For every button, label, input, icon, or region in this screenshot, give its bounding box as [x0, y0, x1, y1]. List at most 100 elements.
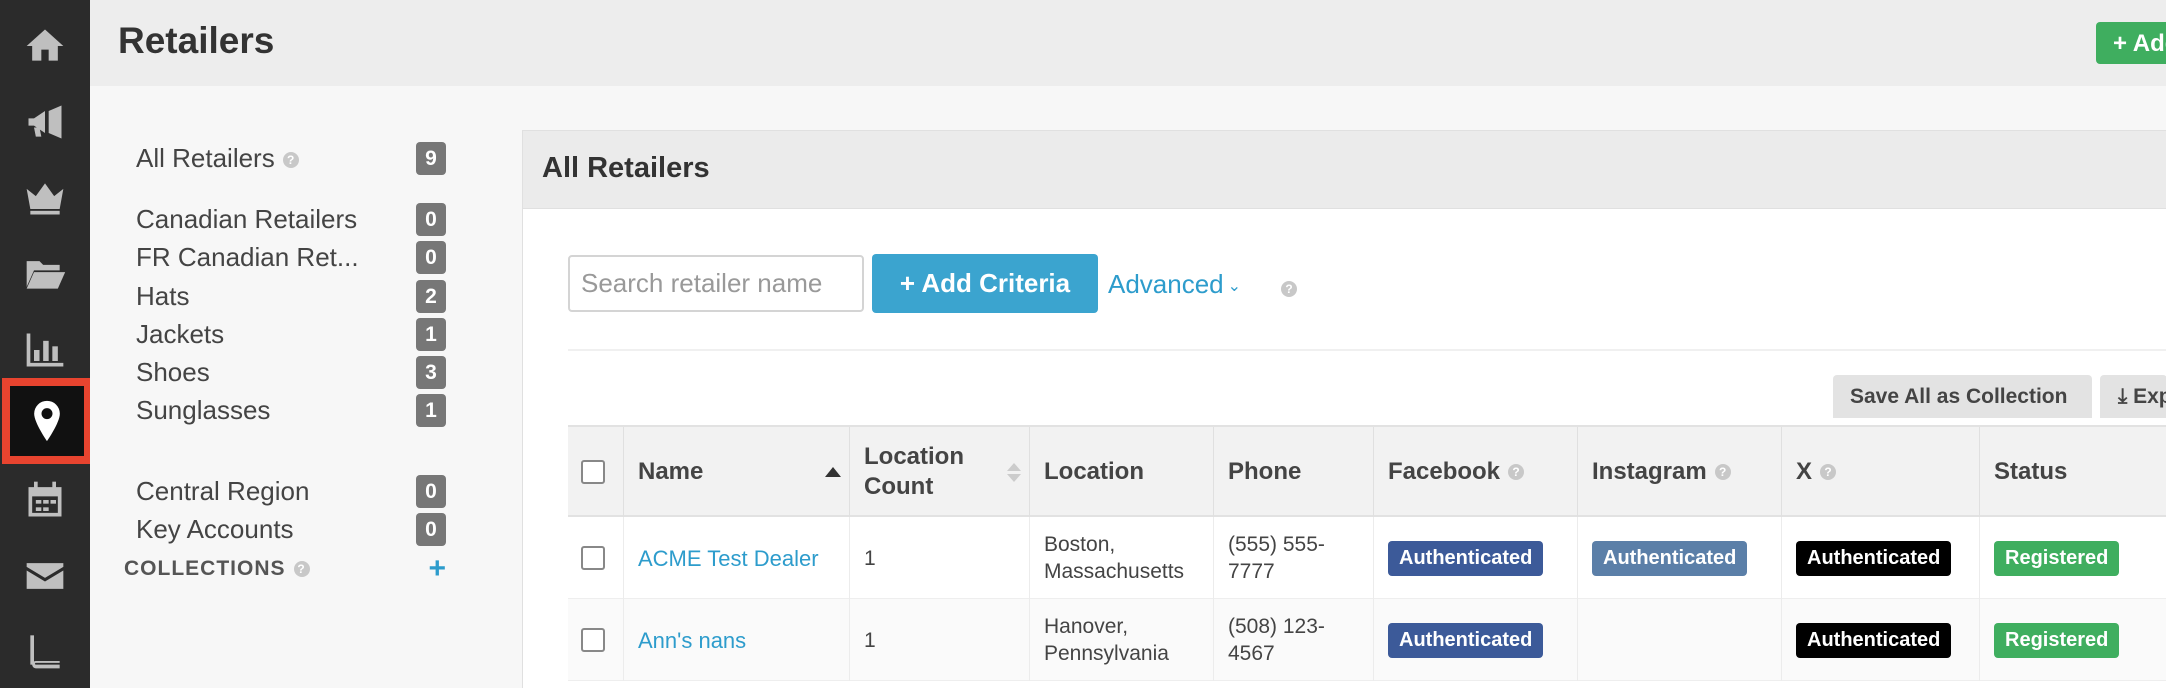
- sidebar-item-all-retailers[interactable]: All Retailers? 9: [136, 136, 446, 180]
- sidebar-item-sunglasses[interactable]: Sunglasses 1: [136, 388, 446, 432]
- main-nav-rail: [0, 0, 92, 688]
- nav-reports[interactable]: [0, 312, 90, 388]
- facebook-status-badge: Authenticated: [1388, 540, 1544, 576]
- crown-icon: [26, 183, 64, 215]
- sidebar-item-label: All Retailers: [136, 142, 275, 173]
- count-badge: 9: [416, 141, 446, 175]
- count-badge: 3: [416, 355, 446, 389]
- add-retailer-button[interactable]: + Add: [2096, 22, 2166, 64]
- sidebar-item-label: Sunglasses: [136, 394, 271, 425]
- chevron-down-icon: ⌄: [1227, 278, 1242, 296]
- page-header: Retailers + Add: [90, 0, 2166, 86]
- sidebar-item-label: Shoes: [136, 356, 210, 387]
- column-header-x[interactable]: X?: [1782, 427, 1980, 517]
- add-criteria-button[interactable]: + Add Criteria: [872, 254, 1098, 313]
- column-header-phone[interactable]: Phone: [1214, 427, 1374, 517]
- count-badge: 0: [416, 512, 446, 546]
- sidebar-item-label: Central Region: [136, 475, 310, 506]
- advanced-filter-link[interactable]: Advanced ⌄: [1108, 269, 1241, 300]
- export-label: Export: [2133, 384, 2166, 408]
- location-count-cell: 1: [850, 599, 1030, 681]
- nav-messages[interactable]: [0, 538, 90, 614]
- location-cell: Hanover, Pennsylvania: [1030, 599, 1214, 681]
- phone-cell: (555) 555-7777: [1214, 517, 1374, 599]
- sidebar-item-label: Canadian Retailers: [136, 203, 358, 234]
- select-all-checkbox[interactable]: [581, 460, 605, 484]
- nav-files[interactable]: [0, 236, 90, 312]
- collections-sidebar: All Retailers? 9 Canadian Retailers 0 FR…: [90, 86, 520, 688]
- sidebar-item-label: Hats: [136, 280, 190, 311]
- x-status-badge: Authenticated: [1796, 622, 1952, 658]
- row-checkbox[interactable]: [581, 546, 605, 570]
- row-checkbox[interactable]: [581, 628, 605, 652]
- nav-retailers[interactable]: [2, 378, 92, 464]
- count-badge: 0: [416, 202, 446, 236]
- save-as-collection-button[interactable]: Save All as Collection: [1833, 375, 2092, 418]
- help-icon[interactable]: ?: [1281, 281, 1297, 297]
- folder-icon: [26, 261, 66, 289]
- instagram-status-badge: Authenticated: [1592, 540, 1748, 576]
- export-button[interactable]: ⤓ Export: [2100, 375, 2166, 418]
- help-icon[interactable]: ?: [1820, 464, 1837, 480]
- home-icon: [26, 29, 64, 61]
- count-badge: 0: [416, 240, 446, 274]
- sort-ascending-icon: [825, 467, 841, 477]
- retailers-table: Name Location Count Location Phone Faceb…: [568, 425, 2166, 681]
- instagram-empty-cell: [1578, 599, 1782, 681]
- sidebar-item-label: Key Accounts: [136, 513, 294, 544]
- collections-heading-label: COLLECTIONS: [124, 557, 286, 580]
- table-row[interactable]: Ann's nans 1 Hanover, Pennsylvania (508)…: [568, 599, 2166, 681]
- retailer-name-link[interactable]: ACME Test Dealer: [638, 545, 819, 572]
- count-badge: 1: [416, 317, 446, 351]
- sort-icon: [1007, 462, 1021, 482]
- facebook-status-badge: Authenticated: [1388, 622, 1544, 658]
- nav-docs[interactable]: [0, 612, 90, 688]
- collections-heading: COLLECTIONS? +: [124, 552, 446, 586]
- column-header-location-count[interactable]: Location Count: [850, 427, 1030, 517]
- page-title: Retailers: [118, 20, 275, 61]
- retailers-panel: All Retailers + Add Criteria Advanced⌄ ?…: [522, 130, 2166, 688]
- add-collection-icon[interactable]: +: [428, 554, 446, 584]
- sidebar-item-key-accounts[interactable]: Key Accounts 0: [136, 507, 446, 551]
- table-row[interactable]: ACME Test Dealer 1 Boston, Massachusetts…: [568, 517, 2166, 599]
- column-header-status[interactable]: Status: [1980, 427, 2166, 517]
- calendar-icon: [28, 481, 62, 517]
- nav-campaigns[interactable]: [0, 84, 90, 160]
- book-icon: [30, 631, 60, 669]
- help-icon[interactable]: ?: [1508, 464, 1525, 480]
- location-cell: Boston, Massachusetts: [1030, 517, 1214, 599]
- x-status-badge: Authenticated: [1796, 540, 1952, 576]
- registration-status-badge: Registered: [1994, 540, 2120, 576]
- help-icon[interactable]: ?: [282, 151, 299, 168]
- search-input[interactable]: [568, 255, 864, 312]
- count-badge: 0: [416, 474, 446, 508]
- count-badge: 1: [416, 393, 446, 427]
- phone-cell: (508) 123-4567: [1214, 599, 1374, 681]
- column-header-facebook[interactable]: Facebook?: [1374, 427, 1578, 517]
- megaphone-icon: [28, 105, 62, 139]
- column-header-location[interactable]: Location: [1030, 427, 1214, 517]
- sidebar-item-fr-canadian-retailers[interactable]: FR Canadian Ret... 0: [136, 235, 446, 279]
- nav-home[interactable]: [0, 8, 90, 84]
- divider: [568, 349, 2166, 351]
- panel-title: All Retailers: [542, 152, 710, 184]
- retailer-name-link[interactable]: Ann's nans: [638, 627, 746, 654]
- table-header: Name Location Count Location Phone Faceb…: [568, 425, 2166, 517]
- panel-header: All Retailers: [523, 131, 2166, 209]
- location-count-cell: 1: [850, 517, 1030, 599]
- count-badge: 2: [416, 279, 446, 313]
- envelope-icon: [26, 563, 64, 589]
- column-header-name[interactable]: Name: [624, 427, 850, 517]
- column-header-instagram[interactable]: Instagram?: [1578, 427, 1782, 517]
- bar-chart-icon: [26, 333, 64, 367]
- registration-status-badge: Registered: [1994, 622, 2120, 658]
- download-icon: ⤓: [2118, 384, 2134, 408]
- sidebar-item-label: FR Canadian Ret...: [136, 241, 359, 272]
- help-icon[interactable]: ?: [293, 561, 310, 578]
- nav-calendar[interactable]: [0, 462, 90, 538]
- sidebar-item-label: Jackets: [136, 318, 225, 349]
- select-all-cell: [568, 427, 624, 517]
- nav-loyalty[interactable]: [0, 160, 90, 236]
- help-icon[interactable]: ?: [1714, 464, 1731, 480]
- advanced-filter-label: Advanced: [1108, 269, 1224, 299]
